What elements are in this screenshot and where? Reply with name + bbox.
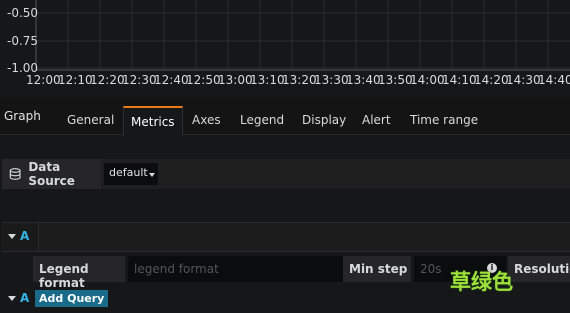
x-tick-label: 12:10	[58, 73, 93, 87]
x-tick-label: 12:00	[26, 73, 61, 87]
tab-axes[interactable]: Axes	[192, 113, 221, 127]
x-tick-label: 14:30	[506, 73, 541, 87]
x-tick-label: 13:00	[218, 73, 253, 87]
resolution-label: Resolution	[508, 256, 570, 282]
x-tick-label: 14:40	[538, 73, 570, 87]
x-tick-label: 13:10	[250, 73, 285, 87]
query-row-a: A	[2, 222, 570, 252]
x-tick-label: 12:20	[90, 73, 125, 87]
tab-general[interactable]: General	[67, 113, 114, 127]
x-axis-labels: 12:00 12:10 12:20 12:30 12:40 12:50 13:00 13:10…	[26, 73, 570, 89]
tab-legend[interactable]: Legend	[240, 113, 284, 127]
x-tick-label: 12:40	[154, 73, 189, 87]
min-step-label: Min step	[343, 256, 411, 282]
query-expression-editor[interactable]	[38, 223, 570, 251]
y-tick-label: -0.50	[7, 6, 39, 20]
database-icon	[9, 168, 21, 180]
legend-format-label: Legend format	[33, 256, 125, 290]
datasource-label-box: Data Source	[2, 159, 101, 189]
x-tick-label: 14:20	[474, 73, 509, 87]
tab-alert[interactable]: Alert	[362, 113, 391, 127]
x-tick-label: 14:10	[442, 73, 477, 87]
x-tick-label: 13:30	[314, 73, 349, 87]
add-query-ref-id: A	[20, 291, 30, 305]
watermark-text: 草绿色	[450, 270, 513, 294]
tab-time-range[interactable]: Time range	[410, 113, 478, 127]
tab-metrics[interactable]: Metrics	[123, 106, 183, 136]
x-tick-label: 12:30	[122, 73, 157, 87]
x-tick-label: 13:50	[378, 73, 413, 87]
x-tick-label: 13:20	[282, 73, 317, 87]
caret-down-icon	[149, 173, 155, 177]
tab-display[interactable]: Display	[302, 113, 346, 127]
collapse-toggle-icon[interactable]	[8, 296, 16, 301]
query-ref-id: A	[20, 229, 30, 243]
datasource-select[interactable]: default	[104, 163, 158, 185]
x-tick-label: 12:50	[186, 73, 221, 87]
legend-format-input[interactable]: legend format i	[128, 256, 373, 282]
x-tick-label: 13:40	[346, 73, 381, 87]
min-step-placeholder: 20s	[420, 262, 442, 276]
legend-format-placeholder: legend format	[134, 262, 219, 276]
y-tick-label: -0.75	[7, 34, 39, 48]
datasource-label: Data Source	[28, 160, 75, 188]
datasource-row: Data Source default	[2, 159, 570, 189]
panel-type-title: Graph	[4, 109, 41, 123]
collapse-toggle-icon[interactable]	[8, 234, 16, 239]
panel-tabbar: Graph General Metrics Axes Legend Displa…	[0, 98, 570, 136]
add-query-button[interactable]: Add Query	[35, 290, 109, 307]
x-tick-label: 14:00	[410, 73, 445, 87]
graph-panel: -0.50 -0.75 -1.00 12:00 12:10 12:20 12:30 12…	[0, 0, 570, 96]
datasource-value: default	[109, 166, 148, 179]
